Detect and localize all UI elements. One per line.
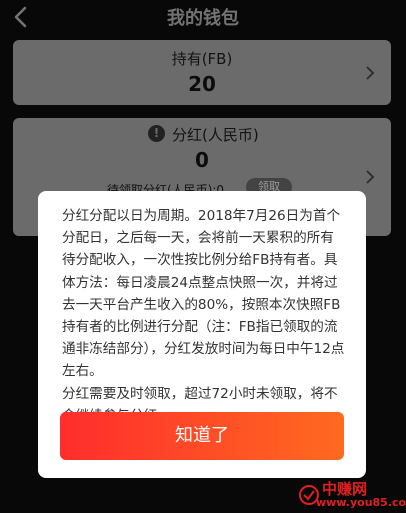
- dialog-paragraph: 分红分配以日为周期。2018年7月26日为首个分配日，之后每一天，会将前一天累积…: [62, 208, 345, 380]
- got-it-button[interactable]: 知道了: [60, 412, 344, 460]
- watermark-url: www.you85.com: [316, 496, 406, 509]
- dialog-body: 分红分配以日为周期。2018年7月26日为首个分配日，之后每一天，会将前一天累积…: [62, 205, 346, 427]
- wallet-screen: 我的钱包 持有(FB) 20 0 ! 分红(人民币) 待领取分红(人民币):0 …: [0, 0, 406, 513]
- dividend-info-dialog: 分红分配以日为周期。2018年7月26日为首个分配日，之后每一天，会将前一天累积…: [38, 191, 366, 478]
